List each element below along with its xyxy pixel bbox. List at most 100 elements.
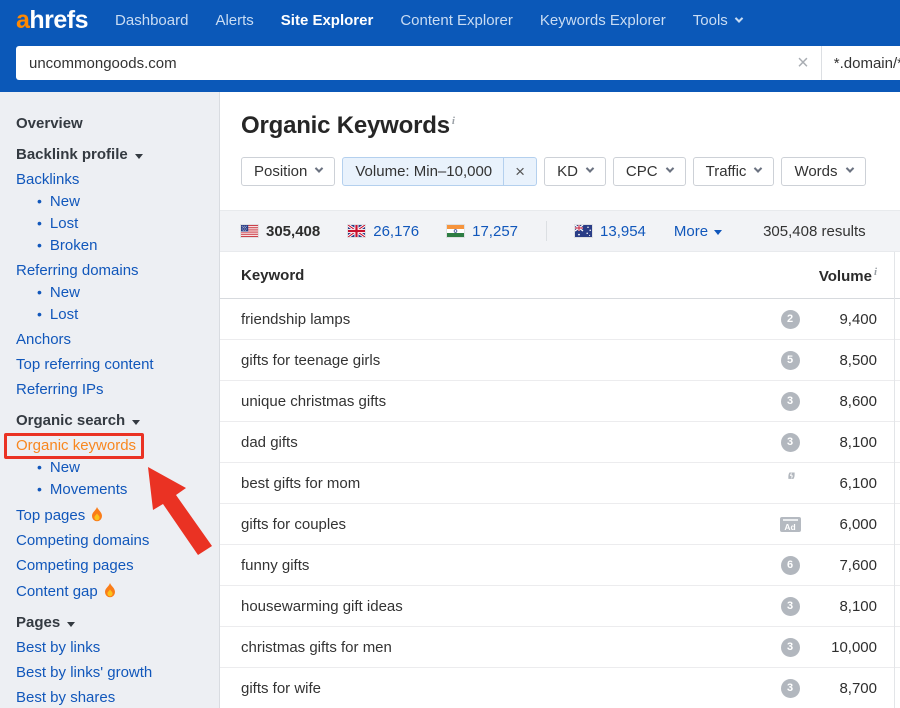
filter-words[interactable]: Words — [781, 157, 865, 186]
sidebar-item-backlinks[interactable]: Backlinks — [0, 172, 219, 188]
sidebar-item-competing-domains[interactable]: Competing domains — [0, 533, 219, 549]
sidebar-item-label: Referring domains — [16, 262, 139, 279]
country-keyword-count: 26,176 — [373, 223, 419, 240]
sidebar-item-best-by-links[interactable]: Best by links — [0, 640, 219, 656]
country-filter-australia[interactable]: 13,954 — [575, 223, 646, 240]
caret-down-icon — [135, 154, 143, 159]
serp-features-count-badge[interactable]: 3 — [781, 392, 800, 411]
filter-volume[interactable]: Volume: Min–10,000× — [342, 157, 537, 186]
serp-features-cell[interactable]: 3 — [770, 392, 810, 411]
nav-item-alerts[interactable]: Alerts — [215, 12, 253, 29]
keyword-cell[interactable]: gifts for teenage girls — [220, 352, 770, 369]
sidebar-item-top-pages[interactable]: Top pages — [0, 507, 219, 524]
quote-serp-feature-icon[interactable]: ‘’ — [787, 476, 793, 490]
sidebar-item-label: Referring IPs — [16, 381, 104, 398]
sidebar-item-new[interactable]: • New — [0, 459, 219, 476]
nav-item-dashboard[interactable]: Dashboard — [115, 12, 188, 29]
keyword-cell[interactable]: housewarming gift ideas — [220, 598, 770, 615]
bullet-icon: • — [37, 459, 42, 475]
serp-features-count-badge[interactable]: 3 — [781, 433, 800, 452]
nav-item-keywords-explorer[interactable]: Keywords Explorer — [540, 12, 666, 29]
filter-label: KD — [557, 163, 578, 180]
serp-features-cell[interactable]: 3 — [770, 597, 810, 616]
filter-kd[interactable]: KD — [544, 157, 606, 186]
sidebar-item-new[interactable]: •New — [0, 284, 219, 301]
sidebar-item-lost[interactable]: •Lost — [0, 215, 219, 232]
serp-features-cell[interactable]: ‘’ — [770, 476, 810, 490]
country-filter-united-kingdom[interactable]: 26,176 — [348, 223, 419, 240]
logo-letter-a: a — [16, 6, 29, 34]
nav-item-site-explorer[interactable]: Site Explorer — [281, 12, 374, 29]
sidebar-item-label: Movements — [50, 481, 128, 498]
more-countries-button[interactable]: More — [674, 223, 722, 240]
serp-features-cell[interactable]: 5 — [770, 351, 810, 370]
sidebar-item-content-gap[interactable]: Content gap — [0, 583, 219, 600]
keyword-cell[interactable]: gifts for wife — [220, 680, 770, 697]
keyword-cell[interactable]: dad gifts — [220, 434, 770, 451]
nav-item-label: Alerts — [215, 12, 253, 29]
sidebar-item-organic-search[interactable]: Organic search — [0, 413, 219, 429]
nav-item-tools[interactable]: Tools — [693, 12, 742, 29]
serp-features-count-badge[interactable]: 3 — [781, 638, 800, 657]
keyword-cell[interactable]: best gifts for mom — [220, 475, 770, 492]
country-filter-united-states[interactable]: 305,408 — [241, 223, 320, 240]
sidebar-item-referring-domains[interactable]: Referring domains — [0, 263, 219, 279]
serp-features-cell[interactable]: 6 — [770, 556, 810, 575]
keyword-cell[interactable]: friendship lamps — [220, 311, 770, 328]
filter-traffic[interactable]: Traffic — [693, 157, 775, 186]
ad-serp-feature-icon[interactable]: Ad — [780, 517, 801, 532]
nav-item-label: Dashboard — [115, 12, 188, 29]
remove-filter-icon[interactable]: × — [503, 158, 536, 185]
country-filter-india[interactable]: 17,257 — [447, 223, 518, 240]
filter-label: Words — [794, 163, 837, 180]
sidebar-item-label: New — [50, 459, 80, 476]
volume-cell: 9,400 — [810, 311, 900, 328]
sidebar-item-referring-ips[interactable]: Referring IPs — [0, 382, 219, 398]
serp-features-cell[interactable]: 3 — [770, 638, 810, 657]
country-keyword-count: 17,257 — [472, 223, 518, 240]
sidebar-item-organic-keywords[interactable]: Organic keywords — [0, 438, 219, 454]
serp-features-cell[interactable]: 3 — [770, 433, 810, 452]
filter-label: Position — [254, 163, 307, 180]
sidebar-item-backlink-profile[interactable]: Backlink profile — [0, 147, 219, 163]
sidebar-item-pages[interactable]: Pages — [0, 615, 219, 631]
search-mode-select[interactable]: *.domain/* — [822, 55, 900, 72]
sidebar-item-broken[interactable]: •Broken — [0, 237, 219, 254]
ahrefs-logo[interactable]: ahrefs — [16, 6, 88, 35]
serp-features-count-badge[interactable]: 5 — [781, 351, 800, 370]
keyword-cell[interactable]: christmas gifts for men — [220, 639, 770, 656]
serp-features-cell[interactable]: Ad — [770, 517, 810, 532]
sidebar-item-label: Backlinks — [16, 171, 79, 188]
sidebar-item-competing-pages[interactable]: Competing pages — [0, 558, 219, 574]
sidebar-item-best-by-shares[interactable]: Best by shares — [0, 690, 219, 706]
filter-position[interactable]: Position — [241, 157, 335, 186]
table-header: Keyword Volumei — [220, 252, 900, 299]
table-body: friendship lamps 2 9,400 gifts for teenage … — [220, 299, 900, 708]
serp-features-cell[interactable]: 2 — [770, 310, 810, 329]
serp-features-cell[interactable]: 3 — [770, 679, 810, 698]
clear-search-icon[interactable]: × — [785, 53, 821, 73]
serp-features-count-badge[interactable]: 2 — [781, 310, 800, 329]
sidebar-item-label: Competing pages — [16, 557, 134, 574]
sidebar-item-anchors[interactable]: Anchors — [0, 332, 219, 348]
keyword-cell[interactable]: funny gifts — [220, 557, 770, 574]
sidebar-item-top-referring-content[interactable]: Top referring content — [0, 357, 219, 373]
serp-features-count-badge[interactable]: 6 — [781, 556, 800, 575]
sidebar-item-new[interactable]: •New — [0, 193, 219, 210]
filter-cpc[interactable]: CPC — [613, 157, 686, 186]
column-header-volume[interactable]: Volumei — [770, 266, 900, 285]
sidebar-item-overview[interactable]: Overview — [0, 116, 219, 132]
filter-label: Traffic — [706, 163, 747, 180]
serp-features-count-badge[interactable]: 3 — [781, 597, 800, 616]
sidebar-item-lost[interactable]: •Lost — [0, 306, 219, 323]
keyword-cell[interactable]: unique christmas gifts — [220, 393, 770, 410]
sidebar-item-label: Competing domains — [16, 532, 149, 549]
nav-item-content-explorer[interactable]: Content Explorer — [400, 12, 513, 29]
sidebar-item-label: Best by shares — [16, 689, 115, 706]
serp-features-count-badge[interactable]: 3 — [781, 679, 800, 698]
keyword-cell[interactable]: gifts for couples — [220, 516, 770, 533]
sidebar-item-label: Backlink profile — [16, 146, 128, 163]
target-input[interactable] — [16, 55, 785, 72]
sidebar-item-best-by-links-growth[interactable]: Best by links' growth — [0, 665, 219, 681]
sidebar-item-movements[interactable]: •Movements — [0, 481, 219, 498]
